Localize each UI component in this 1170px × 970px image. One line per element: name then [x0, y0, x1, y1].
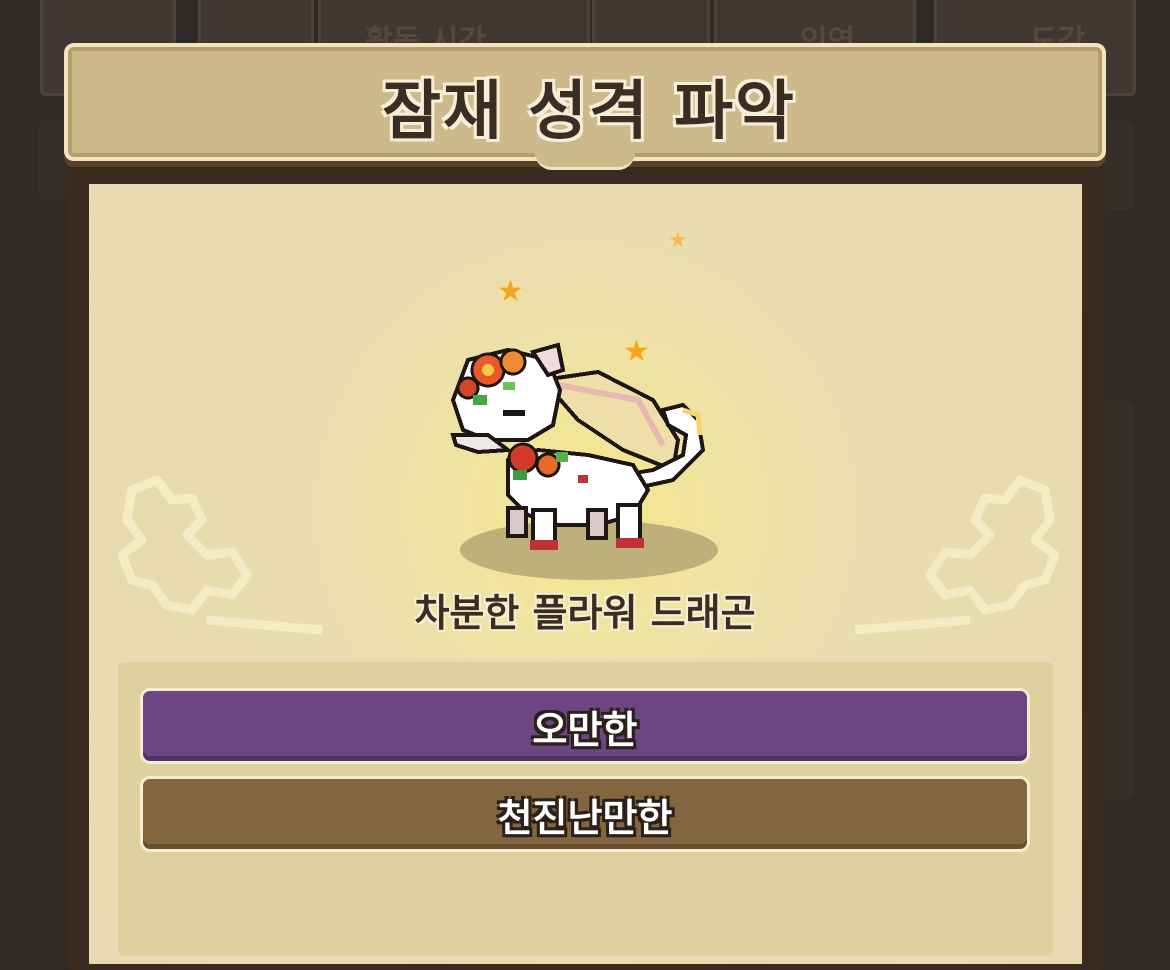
trait-option-arrogant[interactable]: 오만한 — [140, 688, 1030, 764]
sparkle-icon: ★ — [497, 274, 524, 309]
flower-dragon-sprite-icon — [450, 342, 706, 550]
trait-option-innocent[interactable]: 천진난만한 — [140, 776, 1030, 852]
creature-name: 차분한 플라워 드래곤 — [414, 591, 756, 635]
title-notch — [535, 153, 635, 170]
modal-title-plate: 잠재 성격 파악 — [64, 43, 1106, 161]
modal-title: 잠재 성격 파악 — [382, 75, 796, 149]
sparkle-icon: ★ — [668, 228, 688, 253]
